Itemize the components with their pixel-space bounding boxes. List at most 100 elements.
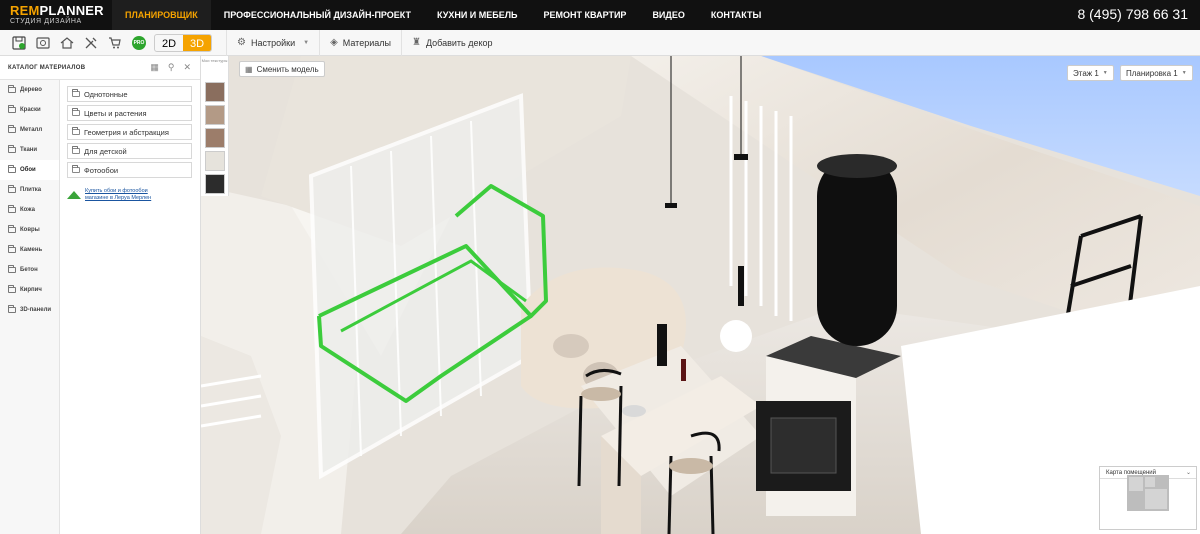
category-label: Металл [20, 127, 43, 133]
folder-icon [72, 108, 80, 116]
category-label: Плитка [20, 187, 42, 193]
subcategory-list: Однотонные Цветы и растения Геометрия и … [67, 86, 192, 202]
floor-select-label: Этаж 1 [1073, 68, 1099, 78]
category-label: Ковры [20, 227, 40, 233]
settings-button[interactable]: ⚙ Настройки ▼ [226, 29, 319, 56]
promo-line-1: Купить обои и фотообои [85, 188, 148, 194]
category-tile[interactable]: Плитка [0, 180, 59, 200]
texture-swatch[interactable] [204, 82, 225, 102]
category-brick[interactable]: Кирпич [0, 280, 59, 300]
room-map-panel[interactable]: Карта помещений ⌄ [1099, 466, 1197, 530]
leroy-merlin-promo[interactable]: Купить обои и фотообои магазине в Леруа … [67, 188, 192, 202]
room-map-plan [1127, 475, 1169, 511]
layout-select[interactable]: Планировка 1 ▼ [1120, 65, 1193, 81]
subcategory-label: Для детской [84, 146, 127, 156]
nav-video[interactable]: ВИДЕО [639, 0, 697, 30]
category-leather[interactable]: Кожа [0, 200, 59, 220]
change-model-button[interactable]: ▦ Сменить модель [239, 61, 325, 77]
category-label: 3D-панели [20, 307, 52, 313]
folder-icon [8, 105, 16, 113]
nav-renovation[interactable]: РЕМОНТ КВАРТИР [531, 0, 640, 30]
category-label: Бетон [20, 267, 38, 273]
nav-design-project[interactable]: ПРОФЕССИОНАЛЬНЫЙ ДИЗАЙН-ПРОЕКТ [211, 0, 424, 30]
pro-badge[interactable]: PRO [132, 35, 146, 50]
settings-label: Настройки [250, 37, 296, 48]
pin-icon[interactable]: ⚲ [168, 62, 175, 73]
image-icon[interactable] [32, 32, 54, 54]
category-list: Дерево Краски Металл Ткани Обои Плитка К… [0, 80, 60, 534]
category-concrete[interactable]: Бетон [0, 260, 59, 280]
save-icon[interactable] [8, 32, 30, 54]
chevron-down-icon: ▼ [303, 39, 310, 46]
gear-icon: ⚙ [237, 37, 246, 48]
folder-icon [8, 305, 16, 313]
scene-render [201, 56, 1200, 534]
subcategory-flowers[interactable]: Цветы и растения [67, 105, 192, 121]
category-wallpaper[interactable]: Обои [0, 160, 59, 180]
folder-icon [72, 127, 80, 135]
view-3d-button[interactable]: 3D [183, 34, 211, 51]
promo-link[interactable]: Купить обои и фотообои магазине в Леруа … [85, 188, 151, 202]
subcategory-geometry[interactable]: Геометрия и абстракция [67, 124, 192, 140]
promo-line-2: магазине в Леруа Мерлен [85, 195, 152, 202]
3d-viewport[interactable]: ▦ Сменить модель Этаж 1 ▼ Планировка 1 ▼… [201, 56, 1200, 534]
texture-swatch[interactable] [204, 151, 225, 171]
nav-contacts[interactable]: КОНТАКТЫ [698, 0, 774, 30]
materials-catalog: КАТАЛОГ МАТЕРИАЛОВ ▦ ⚲ ✕ Дерево Краски М… [0, 56, 201, 534]
view-2d-button[interactable]: 2D [155, 35, 183, 51]
view-mode-switch: 2D 3D [154, 33, 212, 52]
texture-swatch[interactable] [204, 174, 225, 194]
texture-swatch[interactable] [204, 128, 225, 148]
main-nav: ПЛАНИРОВЩИК ПРОФЕССИОНАЛЬНЫЙ ДИЗАЙН-ПРОЕ… [112, 0, 774, 30]
category-label: Краски [20, 107, 41, 113]
folder-icon [8, 145, 16, 153]
grid-icon: ▦ [245, 64, 253, 74]
subcategory-label: Цветы и растения [84, 108, 147, 118]
category-label: Дерево [20, 87, 42, 93]
category-wood[interactable]: Дерево [0, 80, 59, 100]
phone-number[interactable]: 8 (495) 798 66 31 [1077, 6, 1188, 22]
subcategory-plain[interactable]: Однотонные [67, 86, 192, 102]
folder-icon [8, 165, 16, 173]
paint-bucket-icon: ◈ [330, 37, 338, 48]
category-paints[interactable]: Краски [0, 100, 59, 120]
category-label: Ткани [20, 147, 38, 153]
category-label: Камень [20, 247, 43, 253]
close-icon[interactable]: ✕ [183, 62, 191, 73]
top-bar: REMPLANNER СТУДИЯ ДИЗАЙНА ПЛАНИРОВЩИК ПР… [0, 0, 1200, 30]
subcategory-photo[interactable]: Фотообои [67, 162, 192, 178]
category-label: Кожа [20, 207, 35, 213]
folder-icon [72, 165, 80, 173]
subcategory-label: Геометрия и абстракция [84, 127, 169, 137]
category-fabrics[interactable]: Ткани [0, 140, 59, 160]
change-model-label: Сменить модель [256, 64, 319, 74]
folder-icon [8, 265, 16, 273]
logo-subtitle: СТУДИЯ ДИЗАЙНА [10, 18, 82, 25]
folder-icon [8, 125, 16, 133]
subcategory-label: Однотонные [84, 89, 128, 99]
add-decor-label: Добавить декор [425, 37, 493, 48]
chevron-down-icon: ▼ [1181, 70, 1187, 76]
subcategory-kids[interactable]: Для детской [67, 143, 192, 159]
catalog-title: КАТАЛОГ МАТЕРИАЛОВ [8, 64, 86, 71]
nav-kitchens[interactable]: КУХНИ И МЕБЕЛЬ [424, 0, 531, 30]
category-carpets[interactable]: Ковры [0, 220, 59, 240]
category-3d-panels[interactable]: 3D-панели [0, 300, 59, 320]
nav-planner[interactable]: ПЛАНИРОВЩИК [112, 0, 211, 30]
category-label: Обои [20, 167, 36, 173]
add-decor-button[interactable]: ♜ Добавить декор [400, 29, 503, 56]
category-metal[interactable]: Металл [0, 120, 59, 140]
logo-planner: PLANNER [39, 3, 104, 18]
category-stone[interactable]: Камень [0, 240, 59, 260]
tools-icon[interactable] [80, 32, 102, 54]
materials-button[interactable]: ◈ Материалы [319, 29, 401, 56]
logo[interactable]: REMPLANNER СТУДИЯ ДИЗАЙНА [0, 0, 112, 30]
layout-select-label: Планировка 1 [1126, 68, 1178, 78]
floor-select[interactable]: Этаж 1 ▼ [1067, 65, 1114, 81]
folder-icon [8, 285, 16, 293]
house-icon[interactable] [56, 32, 78, 54]
texture-swatch[interactable] [204, 105, 225, 125]
cart-icon[interactable] [104, 32, 126, 54]
category-label: Кирпич [20, 287, 42, 293]
grid-view-icon[interactable]: ▦ [150, 62, 159, 73]
